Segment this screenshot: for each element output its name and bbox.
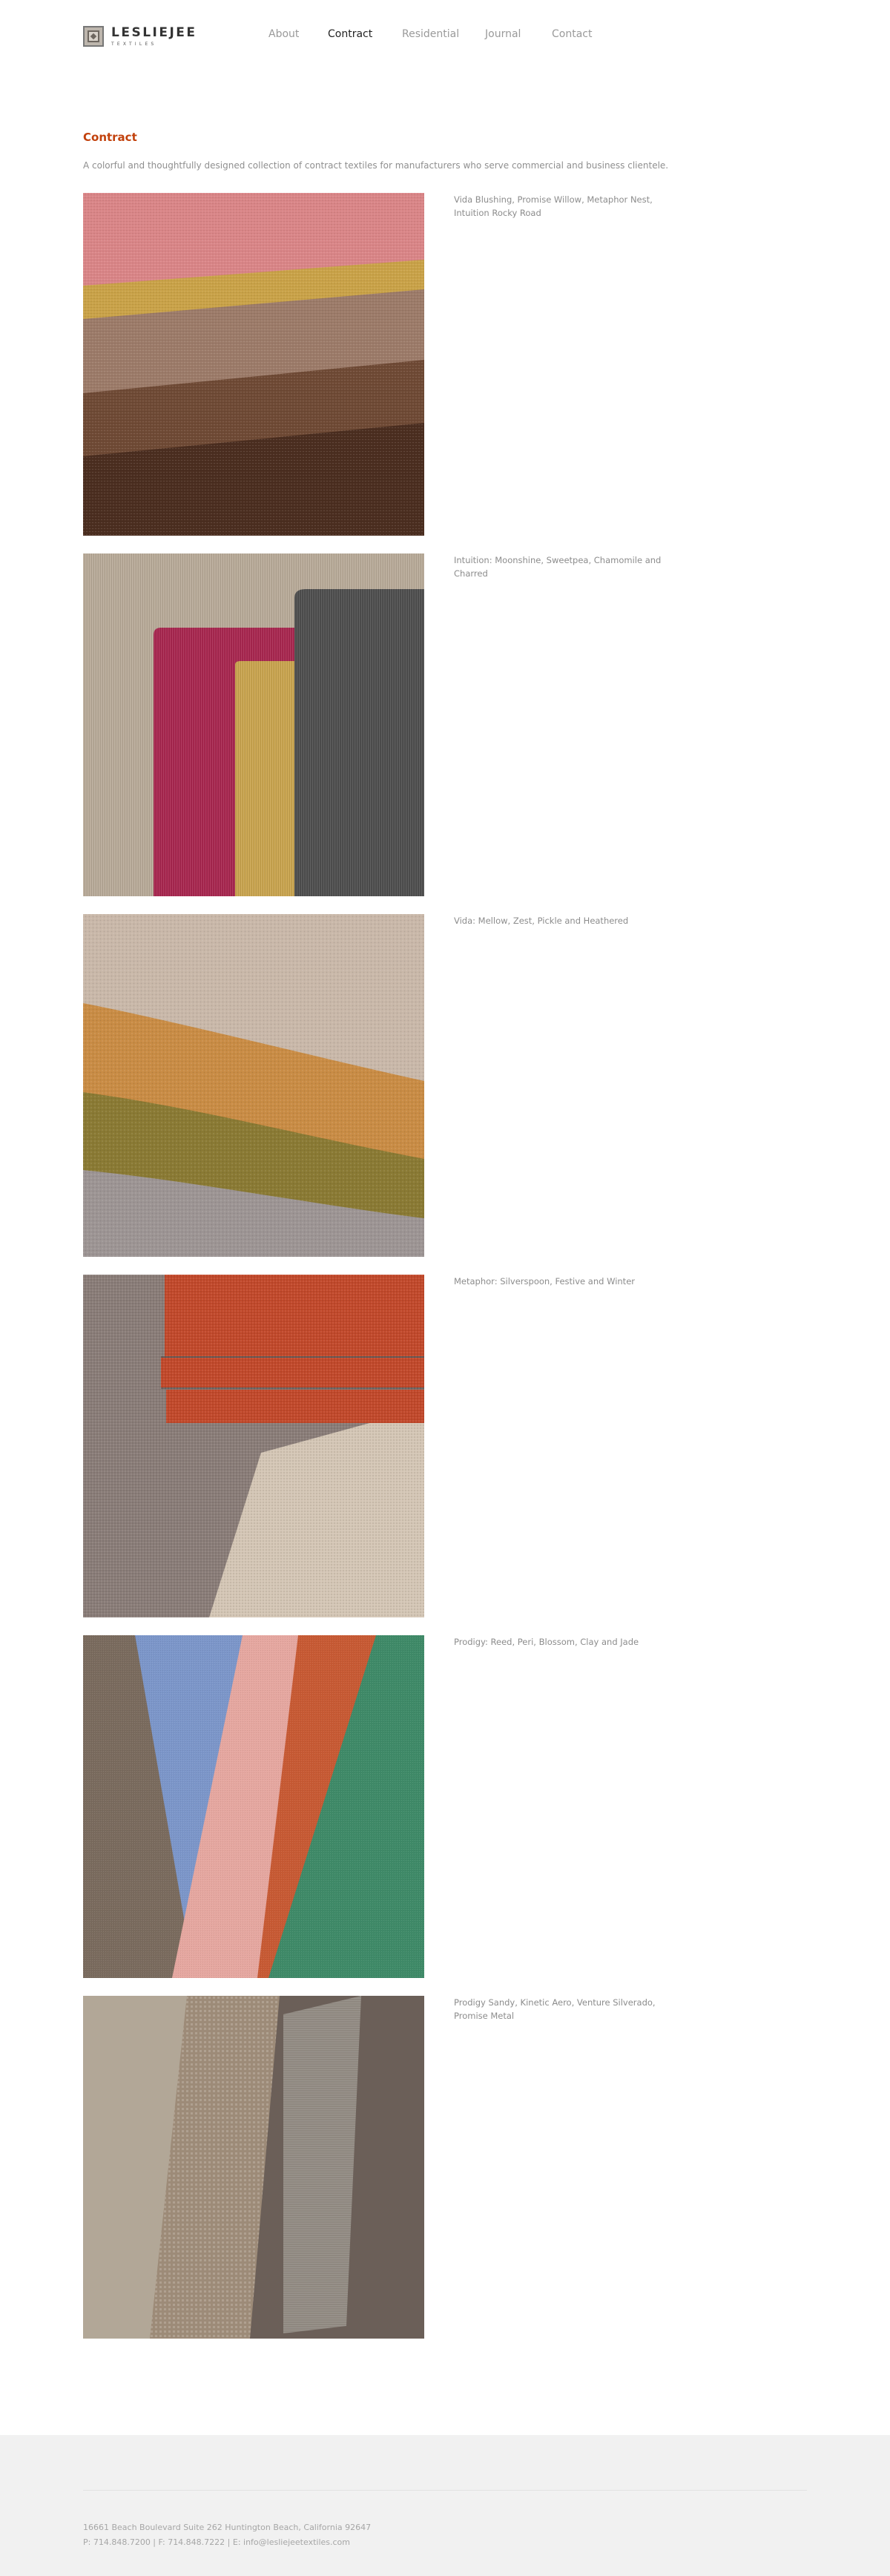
fabric-swatch-image[interactable] <box>83 1635 424 1978</box>
main-nav: About Contract Residential Journal Conta… <box>268 28 623 40</box>
nav-about[interactable]: About <box>268 28 299 40</box>
logo-mark-icon <box>83 26 104 47</box>
page-title: Contract <box>83 131 137 144</box>
fabric-swatch-image[interactable] <box>83 914 424 1257</box>
brand-logo[interactable]: LESLIEJEE TEXTILES <box>83 24 197 48</box>
gallery-item: Intuition: Moonshine, Sweetpea, Chamomil… <box>83 553 810 896</box>
site-header: LESLIEJEE TEXTILES About Contract Reside… <box>0 0 890 71</box>
nav-contract[interactable]: Contract <box>328 28 372 40</box>
brand-name: LESLIEJEE <box>111 24 197 40</box>
swatch-caption: Prodigy: Reed, Peri, Blossom, Clay and J… <box>454 1637 639 1647</box>
swatch-caption: Vida: Mellow, Zest, Pickle and Heathered <box>454 916 629 926</box>
gallery-item: Metaphor: Silverspoon, Festive and Winte… <box>83 1275 810 1617</box>
nav-residential[interactable]: Residential <box>402 28 459 40</box>
swatch-caption: Intuition: Moonshine, Sweetpea, Chamomil… <box>454 555 662 579</box>
swatch-caption: Metaphor: Silverspoon, Festive and Winte… <box>454 1276 635 1287</box>
fabric-swatch-image[interactable] <box>83 1275 424 1617</box>
nav-journal[interactable]: Journal <box>485 28 522 40</box>
fabric-swatch-image[interactable] <box>83 1996 424 2339</box>
page-intro: A colorful and thoughtfully designed col… <box>83 160 669 171</box>
gallery-item: Vida Blushing, Promise Willow, Metaphor … <box>83 193 810 536</box>
gallery-item: Vida: Mellow, Zest, Pickle and Heathered <box>83 914 810 1257</box>
fabric-swatch-image[interactable] <box>83 553 424 896</box>
brand-subtitle: TEXTILES <box>111 41 157 47</box>
footer-address: 16661 Beach Boulevard Suite 262 Huntingt… <box>83 2523 372 2532</box>
gallery-item: Prodigy: Reed, Peri, Blossom, Clay and J… <box>83 1635 810 1978</box>
fabric-swatch-image[interactable] <box>83 193 424 536</box>
logo-wordmark: LESLIEJEE TEXTILES <box>111 24 197 47</box>
footer-divider <box>83 2490 807 2491</box>
swatch-caption: Vida Blushing, Promise Willow, Metaphor … <box>454 194 653 218</box>
swatch-caption-line: Promise Metal <box>454 2011 515 2021</box>
swatch-caption: Prodigy Sandy, Kinetic Aero, Venture Sil… <box>454 1996 669 2023</box>
site-footer: 16661 Beach Boulevard Suite 262 Huntingt… <box>0 2435 890 2576</box>
swatch-caption-line: Prodigy Sandy, Kinetic Aero, Venture Sil… <box>454 1997 656 2008</box>
footer-contact: P: 714.848.7200 | F: 714.848.7222 | E: i… <box>83 2537 350 2547</box>
nav-contact[interactable]: Contact <box>552 28 593 40</box>
gallery-item: Prodigy Sandy, Kinetic Aero, Venture Sil… <box>83 1996 810 2339</box>
